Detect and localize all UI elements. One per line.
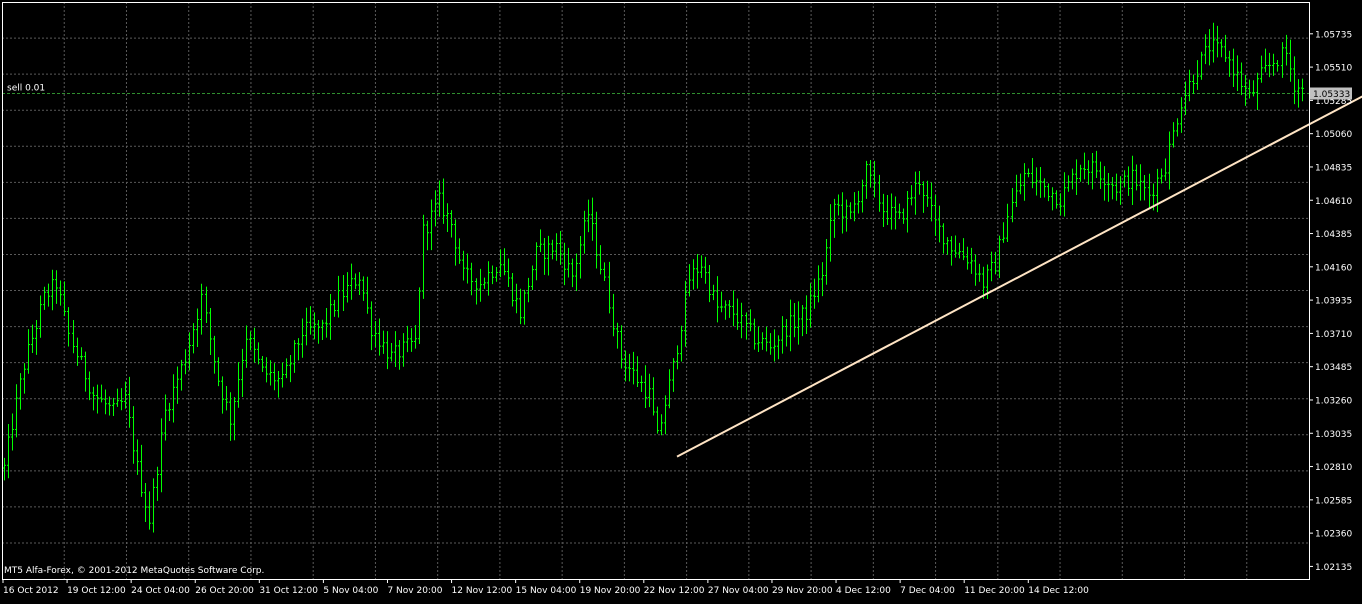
x-tick-label: 11 Dec 20:00 xyxy=(964,586,1025,596)
y-tick-label: 1.03935 xyxy=(1315,297,1352,307)
x-tick-label: 19 Nov 20:00 xyxy=(580,586,641,596)
y-tick-label: 1.03260 xyxy=(1315,396,1352,406)
x-tick-label: 22 Nov 12:00 xyxy=(644,586,705,596)
x-tick-label: 26 Oct 20:00 xyxy=(195,586,254,596)
x-tick-label: 7 Dec 04:00 xyxy=(900,586,955,596)
current-price-label: 1.05333 xyxy=(1313,90,1350,100)
y-tick-label: 1.03035 xyxy=(1315,430,1352,440)
y-tick-label: 1.02810 xyxy=(1315,463,1352,473)
y-tick-label: 1.05510 xyxy=(1315,64,1352,74)
x-tick-label: 31 Oct 12:00 xyxy=(259,586,318,596)
y-tick-label: 1.04385 xyxy=(1315,230,1352,240)
y-tick-label: 1.02135 xyxy=(1315,563,1352,573)
copyright-text: MT5 Alfa-Forex, © 2001-2012 MetaQuotes S… xyxy=(4,566,264,576)
y-tick-label: 1.03485 xyxy=(1315,363,1352,373)
x-tick-label: 7 Nov 20:00 xyxy=(387,586,442,596)
y-tick-label: 1.04160 xyxy=(1315,263,1352,273)
x-tick-label: 15 Nov 04:00 xyxy=(516,586,577,596)
x-tick-label: 5 Nov 04:00 xyxy=(323,586,378,596)
y-tick-label: 1.05735 xyxy=(1315,30,1352,40)
y-tick-label: 1.03710 xyxy=(1315,330,1352,340)
x-tick-label: 12 Nov 12:00 xyxy=(452,586,513,596)
x-tick-label: 19 Oct 12:00 xyxy=(67,586,126,596)
y-tick-label: 1.02585 xyxy=(1315,496,1352,506)
price-chart[interactable]: sell 0.01 1.05735 1.05510 1.05285 1.05060 1.… xyxy=(0,0,1362,600)
y-tick-label: 1.02360 xyxy=(1315,530,1352,540)
x-tick-label: 24 Oct 04:00 xyxy=(131,586,190,596)
chart-background xyxy=(0,0,1362,600)
y-tick-label: 1.05060 xyxy=(1315,130,1352,140)
x-tick-label: 16 Oct 2012 xyxy=(3,586,59,596)
y-tick-label: 1.04835 xyxy=(1315,163,1352,173)
chart-canvas[interactable]: sell 0.01 1.057351.055101.052851.050601.… xyxy=(0,0,1362,600)
x-tick-label: 4 Dec 12:00 xyxy=(836,586,891,596)
current-price-marker: 1.05333 xyxy=(1310,87,1352,100)
x-tick-label: 27 Nov 04:00 xyxy=(708,586,769,596)
sell-label: sell 0.01 xyxy=(7,84,45,94)
y-tick-label: 1.04610 xyxy=(1315,197,1352,207)
x-tick-label: 14 Dec 12:00 xyxy=(1028,586,1089,596)
x-tick-label: 29 Nov 20:00 xyxy=(772,586,833,596)
